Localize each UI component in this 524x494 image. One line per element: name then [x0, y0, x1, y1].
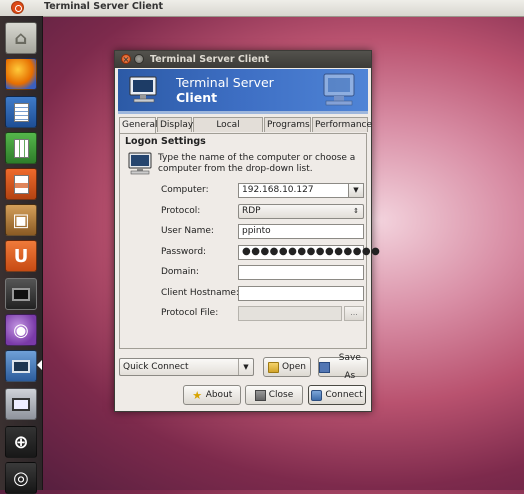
password-input[interactable]: ●●●●●●●●●●●●●●● [238, 245, 380, 260]
chevron-down-icon[interactable]: ▼ [238, 359, 253, 375]
active-indicator-icon [37, 360, 42, 370]
minimize-window-icon[interactable] [134, 54, 144, 64]
close-window-icon[interactable]: × [121, 54, 131, 64]
star-icon: ★ [192, 388, 203, 402]
top-panel: Terminal Server Client [0, 0, 524, 17]
connect-button[interactable]: Connect [308, 385, 366, 405]
domain-input[interactable] [238, 265, 364, 280]
software-centre-icon[interactable]: ▣ [5, 204, 37, 236]
writer-icon[interactable] [5, 96, 37, 128]
connect-icon [311, 389, 323, 401]
tab-general[interactable]: General [119, 117, 157, 133]
quick-connect-value: Quick Connect [123, 362, 189, 372]
banner-line2: Client [176, 90, 218, 105]
workspace-switcher-icon[interactable] [5, 388, 37, 420]
updown-arrows-icon: ⇕ [353, 207, 359, 215]
general-tab-panel: Logon Settings Type the name of the comp… [119, 133, 380, 349]
protocol-select[interactable]: RDP ⇕ [238, 204, 364, 219]
quick-connect-row: Quick Connect ▼ Open Save As [119, 353, 368, 381]
close-button-label: Close [268, 390, 294, 400]
tab-display[interactable]: Display [157, 117, 193, 132]
active-window-title: Terminal Server Client [44, 1, 164, 12]
client-hostname-input[interactable] [238, 286, 364, 301]
tab-local-resources[interactable]: Local Resources [193, 117, 263, 145]
ubuntu-one-icon[interactable]: U [5, 240, 37, 272]
tab-performance[interactable]: Performance [312, 117, 372, 132]
firefox-icon[interactable] [5, 58, 37, 90]
password-label: Password: [161, 247, 207, 257]
open-button[interactable]: Open [263, 357, 311, 377]
terminal-server-client-icon[interactable] [5, 350, 37, 382]
browse-button[interactable]: ... [344, 306, 364, 321]
protocol-value: RDP [242, 206, 261, 216]
banner-title: Terminal Server Client [176, 75, 274, 105]
eye-icon[interactable]: ◎ [5, 462, 37, 494]
network-icon[interactable]: ◉ [5, 314, 37, 346]
domain-label: Domain: [161, 267, 199, 277]
dialog-title: Terminal Server Client [150, 54, 270, 65]
save-as-button[interactable]: Save As [318, 353, 368, 381]
chevron-down-icon[interactable]: ▼ [348, 184, 363, 197]
ubuntu-logo-icon[interactable] [11, 1, 24, 14]
protocol-label: Protocol: [161, 206, 201, 216]
about-button[interactable]: ★ About [183, 385, 241, 405]
open-button-label: Open [281, 362, 307, 372]
computer-value: 192.168.10.127 [242, 185, 314, 195]
close-button[interactable]: Close [245, 385, 303, 405]
network-computer-icon [323, 73, 355, 106]
save-icon [319, 361, 330, 373]
computer-combo[interactable]: 192.168.10.127 ▼ [238, 183, 364, 198]
section-title: Logon Settings [125, 136, 206, 147]
section-description: Type the name of the computer or choose … [158, 153, 356, 174]
dialog-titlebar[interactable]: × Terminal Server Client [115, 51, 371, 68]
impress-icon[interactable] [5, 168, 37, 200]
launcher: ⌂ ▣ U ◉ ⊕ ◎ [0, 16, 43, 494]
magnifier-icon[interactable]: ⊕ [5, 426, 37, 458]
computer-icon [128, 152, 152, 175]
client-hostname-label: Client Hostname: [161, 288, 239, 298]
browse-wrapper: ... [120, 306, 368, 321]
terminal-icon[interactable] [5, 278, 37, 310]
save-as-button-label: Save As [338, 353, 361, 381]
computer-icon [129, 76, 157, 103]
banner-line1: Terminal Server [176, 75, 274, 90]
folder-icon [267, 361, 279, 373]
about-button-label: About [205, 390, 233, 400]
tsclient-dialog: × Terminal Server Client Terminal Server… [114, 50, 380, 412]
username-label: User Name: [161, 226, 214, 236]
close-icon [254, 389, 266, 401]
tab-bar: General Display Local Resources Programs… [119, 117, 372, 145]
computer-label: Computer: [161, 185, 209, 195]
quick-connect-combo[interactable]: Quick Connect ▼ [119, 358, 254, 376]
home-folder-icon[interactable]: ⌂ [5, 22, 37, 54]
dialog-banner: Terminal Server Client [118, 69, 368, 114]
calc-icon[interactable] [5, 132, 37, 164]
username-input[interactable]: ppinto [238, 224, 364, 239]
connect-button-label: Connect [325, 390, 363, 400]
tab-programs[interactable]: Programs [264, 117, 311, 132]
